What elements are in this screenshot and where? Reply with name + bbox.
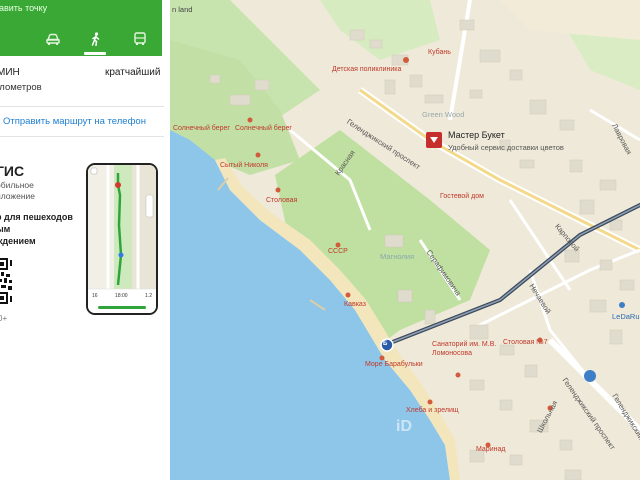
map-label[interactable]: Солнечный берег <box>235 125 292 132</box>
map-label: Green Wood <box>422 110 465 119</box>
promo-title: ГИС <box>0 163 25 179</box>
add-point-link[interactable]: бавить точку <box>0 3 53 19</box>
route-distance: илометров <box>0 82 42 93</box>
pin-subtitle: Удобный сервис доставки цветов <box>448 143 564 152</box>
map-label[interactable]: Столовая №7 <box>503 339 548 346</box>
map-label[interactable]: Гостевой дом <box>440 193 484 200</box>
map-label[interactable]: Санаторий им. М.В. Ломоносова <box>432 340 512 358</box>
map-label[interactable]: Маринад <box>476 446 505 453</box>
map-view[interactable]: n land Детская поликлиника Кубань Green … <box>170 0 640 480</box>
sidebar: бавить точку МИН кратчайший илометров От… <box>0 0 171 480</box>
car-icon[interactable] <box>45 32 61 46</box>
promo-subtitle: обильное <box>0 180 34 190</box>
route-end-marker[interactable]: Б <box>383 341 387 347</box>
map-label[interactable]: СССР <box>328 248 348 255</box>
promo-text: ым <box>0 224 11 234</box>
map-label[interactable]: Кавказ <box>344 301 366 308</box>
qr-code-icon <box>0 258 12 304</box>
phone-status-value: 16 <box>92 293 98 299</box>
phone-mockup: 16 18:00 1.2 <box>86 163 158 315</box>
map-label[interactable]: Кубань <box>428 49 451 56</box>
promo-text: р для пешеходов <box>0 212 73 222</box>
active-mode-indicator <box>84 52 106 55</box>
age-rating: 0+ <box>0 314 8 323</box>
map-label[interactable]: Сытый Николя <box>220 162 268 169</box>
map-label[interactable]: LeDaRu <box>612 312 640 321</box>
route-time: МИН <box>0 67 20 78</box>
watermark: iD <box>396 418 412 435</box>
route-type: кратчайший <box>105 67 161 78</box>
map-label[interactable]: Хлеба и зрелищ <box>406 407 459 414</box>
map-label[interactable]: Море Барабульки <box>365 361 423 368</box>
divider <box>0 136 164 137</box>
phone-status-value: 1.2 <box>145 293 152 299</box>
map-label[interactable]: Детская поликлиника <box>332 66 401 73</box>
map-label: n land <box>172 5 193 14</box>
send-route-link[interactable]: Отправить маршрут на телефон <box>3 116 146 127</box>
map-label[interactable]: Столовая <box>266 197 297 204</box>
promo-text: ждением <box>0 236 36 246</box>
divider <box>0 106 164 107</box>
map-label[interactable]: Солнечный берег <box>173 125 230 132</box>
route-summary[interactable]: МИН кратчайший илометров <box>0 60 162 106</box>
route-header: бавить точку <box>0 0 162 56</box>
pedestrian-icon[interactable] <box>88 32 104 46</box>
map-label: Магнолия <box>380 252 415 261</box>
promo-subtitle: иложение <box>0 191 36 201</box>
phone-status-bar: 16 18:00 1.2 <box>92 293 152 299</box>
pin-title[interactable]: Мастер Букет <box>448 130 505 140</box>
phone-status-value: 18:00 <box>115 293 128 299</box>
bus-icon[interactable] <box>132 32 148 46</box>
